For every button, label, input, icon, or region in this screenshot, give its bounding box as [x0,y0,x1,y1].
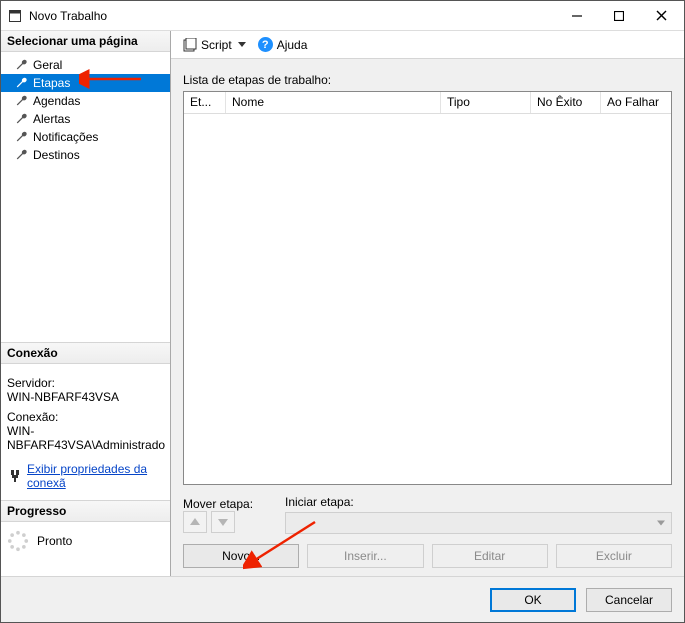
spinner-icon [7,530,29,552]
connection-properties-link[interactable]: Exibir propriedades da conexã [7,462,164,490]
window-controls [556,2,682,30]
progress-status: Pronto [37,534,72,548]
column-onfailure[interactable]: Ao Falhar [601,92,671,113]
page-item-alertas[interactable]: Alertas [1,110,170,128]
script-label: Script [201,38,232,52]
insert-button[interactable]: Inserir... [307,544,423,568]
help-icon: ? [258,37,273,52]
start-step-combo[interactable] [285,512,672,534]
column-step[interactable]: Et... [184,92,226,113]
ok-button[interactable]: OK [490,588,576,612]
grid-header-row: Et... Nome Tipo No Êxito Ao Falhar [184,92,671,114]
help-label: Ajuda [277,38,308,52]
dialog-body: Selecionar uma página Geral Etapas Agend… [1,31,684,576]
page-label: Geral [33,58,62,72]
delete-button[interactable]: Excluir [556,544,672,568]
progress-panel: Progresso Pronto [1,500,170,576]
page-item-destinos[interactable]: Destinos [1,146,170,164]
connection-panel: Conexão Servidor: WIN-NBFARF43VSA Conexã… [1,342,170,500]
column-name[interactable]: Nome [226,92,441,113]
page-label: Alertas [33,112,70,126]
connection-properties-text: Exibir propriedades da conexã [27,462,164,490]
close-button[interactable] [640,2,682,30]
move-step-label: Mover etapa: [183,497,267,511]
annotation-arrow-icon [79,67,149,91]
left-pane: Selecionar uma página Geral Etapas Agend… [1,31,171,576]
help-button[interactable]: ? Ajuda [254,34,312,56]
connection-icon [7,468,23,484]
window-title: Novo Trabalho [29,9,556,23]
server-label: Servidor: [7,376,164,390]
column-type[interactable]: Tipo [441,92,531,113]
move-down-button[interactable] [211,511,235,533]
titlebar: Novo Trabalho [1,1,684,31]
maximize-button[interactable] [598,2,640,30]
app-icon [7,8,23,24]
column-onsuccess[interactable]: No Êxito [531,92,601,113]
toolbar: Script ? Ajuda [171,31,684,59]
page-label: Notificações [33,130,98,144]
annotation-arrow-icon [243,516,323,570]
server-value: WIN-NBFARF43VSA [7,390,164,404]
right-pane: Script ? Ajuda Lista de etapas de trabal… [171,31,684,576]
arrow-down-icon [217,516,229,528]
cancel-button[interactable]: Cancelar [586,588,672,612]
page-label: Destinos [33,148,80,162]
page-item-agendas[interactable]: Agendas [1,92,170,110]
page-item-notificacoes[interactable]: Notificações [1,128,170,146]
grid-body [184,114,671,484]
connection-header: Conexão [1,343,170,364]
main-content: Lista de etapas de trabalho: Et... Nome … [171,59,684,576]
connection-label: Conexão: [7,410,164,424]
move-up-button[interactable] [183,511,207,533]
steps-list-label: Lista de etapas de trabalho: [183,73,672,87]
script-dropdown[interactable]: Script [179,34,250,56]
minimize-button[interactable] [556,2,598,30]
dialog-window: Novo Trabalho Selecionar uma página Gera… [0,0,685,623]
steps-grid[interactable]: Et... Nome Tipo No Êxito Ao Falhar [183,91,672,485]
script-icon [183,38,197,52]
dialog-footer: OK Cancelar [1,576,684,622]
page-label: Etapas [33,76,70,90]
start-step-label: Iniciar etapa: [285,495,672,509]
page-label: Agendas [33,94,80,108]
arrow-up-icon [189,516,201,528]
connection-value: WIN-NBFARF43VSA\Administrado [7,424,164,452]
progress-header: Progresso [1,501,170,522]
chevron-down-icon [657,521,665,526]
edit-button[interactable]: Editar [432,544,548,568]
pages-header: Selecionar uma página [1,31,170,52]
chevron-down-icon [238,42,246,47]
